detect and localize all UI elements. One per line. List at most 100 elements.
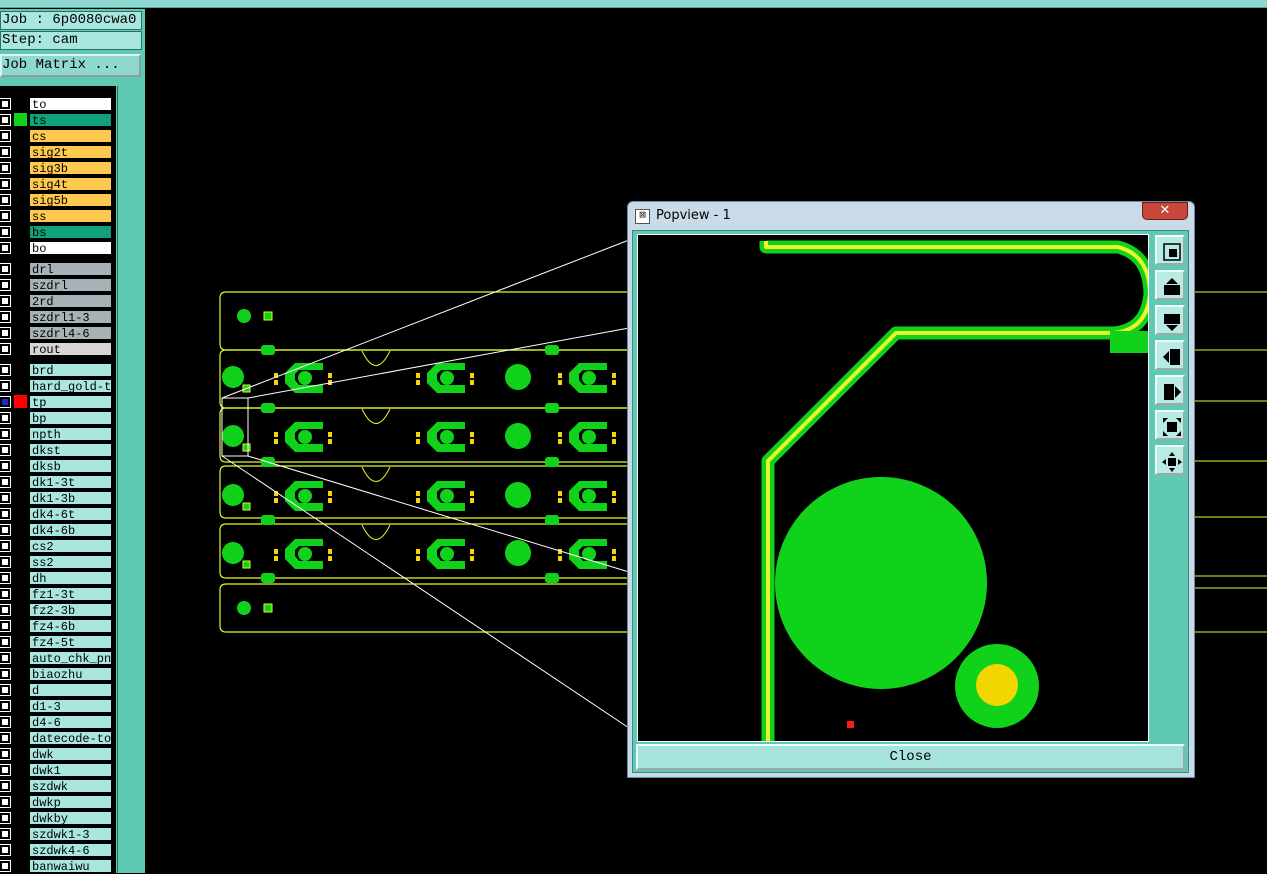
layer-checkbox[interactable] — [0, 460, 11, 472]
layer-name[interactable]: brd — [29, 363, 112, 377]
layer-row[interactable]: d4-6 — [0, 714, 116, 730]
layer-row[interactable]: ss2 — [0, 554, 116, 570]
layer-name[interactable]: ss — [29, 209, 112, 223]
layer-checkbox[interactable] — [0, 146, 11, 158]
layer-name[interactable]: ts — [29, 113, 112, 127]
layer-checkbox[interactable] — [0, 279, 11, 291]
layer-row[interactable]: fz4-5t — [0, 634, 116, 650]
layer-name[interactable]: cs2 — [29, 539, 112, 553]
layer-row[interactable]: sig5b — [0, 192, 116, 208]
layer-row[interactable]: to — [0, 96, 116, 112]
layer-row[interactable]: dh — [0, 570, 116, 586]
layer-row[interactable]: brd — [0, 362, 116, 378]
layer-color-swatch[interactable] — [14, 667, 27, 680]
layer-color-swatch[interactable] — [14, 193, 27, 206]
layer-checkbox[interactable] — [0, 396, 11, 408]
layer-row[interactable]: szdwk1-3 — [0, 826, 116, 842]
layer-row[interactable]: drl — [0, 261, 116, 277]
layer-color-swatch[interactable] — [14, 294, 27, 307]
layer-color-swatch[interactable] — [14, 635, 27, 648]
layer-color-swatch[interactable] — [14, 683, 27, 696]
layer-checkbox[interactable] — [0, 178, 11, 190]
layer-checkbox[interactable] — [0, 732, 11, 744]
layer-name[interactable]: rout — [29, 342, 112, 356]
job-matrix-button[interactable]: Job Matrix ... — [0, 54, 141, 77]
layer-name[interactable]: dh — [29, 571, 112, 585]
layer-checkbox[interactable] — [0, 226, 11, 238]
layer-checkbox[interactable] — [0, 98, 11, 110]
layer-name[interactable]: d — [29, 683, 112, 697]
layer-color-swatch[interactable] — [14, 443, 27, 456]
layer-name[interactable]: npth — [29, 427, 112, 441]
layer-color-swatch[interactable] — [14, 145, 27, 158]
layer-name[interactable]: dwk1 — [29, 763, 112, 777]
layer-color-swatch[interactable] — [14, 411, 27, 424]
layer-name[interactable]: drl — [29, 262, 112, 276]
layer-color-swatch[interactable] — [14, 262, 27, 275]
layer-name[interactable]: sig3b — [29, 161, 112, 175]
layer-color-swatch[interactable] — [14, 427, 27, 440]
layer-color-swatch[interactable] — [14, 827, 27, 840]
layer-row[interactable]: szdrl — [0, 277, 116, 293]
layer-name[interactable]: 2rd — [29, 294, 112, 308]
layer-name[interactable]: dk1-3t — [29, 475, 112, 489]
layer-name[interactable]: hard_gold-to — [29, 379, 112, 393]
layer-checkbox[interactable] — [0, 668, 11, 680]
layer-name[interactable]: sig2t — [29, 145, 112, 159]
layer-row[interactable]: rout — [0, 341, 116, 357]
popview-titlebar[interactable]: ⊠ Popview - 1 ✕ — [628, 202, 1194, 230]
layer-name[interactable]: dwkby — [29, 811, 112, 825]
layer-checkbox[interactable] — [0, 556, 11, 568]
layer-color-swatch[interactable] — [14, 459, 27, 472]
layer-row[interactable]: banwaiwu — [0, 858, 116, 874]
layer-name[interactable]: szdrl4-6 — [29, 326, 112, 340]
layer-color-swatch[interactable] — [14, 731, 27, 744]
layer-color-swatch[interactable] — [14, 161, 27, 174]
layer-row[interactable]: bo — [0, 240, 116, 256]
popview-zoom-view[interactable] — [637, 234, 1149, 742]
layer-color-swatch[interactable] — [14, 209, 27, 222]
layer-name[interactable]: dk1-3b — [29, 491, 112, 505]
layer-checkbox[interactable] — [0, 764, 11, 776]
layer-checkbox[interactable] — [0, 242, 11, 254]
layer-row[interactable]: hard_gold-to — [0, 378, 116, 394]
layer-checkbox[interactable] — [0, 194, 11, 206]
layer-checkbox[interactable] — [0, 572, 11, 584]
layer-name[interactable]: bo — [29, 241, 112, 255]
layer-name[interactable]: auto_chk_pnl — [29, 651, 112, 665]
layer-row[interactable]: d — [0, 682, 116, 698]
layer-checkbox[interactable] — [0, 162, 11, 174]
layer-row[interactable]: dwk — [0, 746, 116, 762]
pan-right-button[interactable] — [1155, 375, 1185, 405]
layer-name[interactable]: d4-6 — [29, 715, 112, 729]
layer-name[interactable]: dkst — [29, 443, 112, 457]
layer-color-swatch[interactable] — [14, 278, 27, 291]
layer-checkbox[interactable] — [0, 844, 11, 856]
layer-row[interactable]: cs2 — [0, 538, 116, 554]
layer-color-swatch[interactable] — [14, 619, 27, 632]
layer-color-swatch[interactable] — [14, 699, 27, 712]
layer-checkbox[interactable] — [0, 380, 11, 392]
layer-row[interactable]: npth — [0, 426, 116, 442]
zoom-in-button[interactable] — [1155, 410, 1185, 440]
layer-row[interactable]: ts — [0, 112, 116, 128]
layer-color-swatch[interactable] — [14, 571, 27, 584]
pan-up-button[interactable] — [1155, 270, 1185, 300]
layer-row[interactable]: szdwk4-6 — [0, 842, 116, 858]
layer-color-swatch[interactable] — [14, 310, 27, 323]
layer-checkbox[interactable] — [0, 588, 11, 600]
layer-color-swatch[interactable] — [14, 539, 27, 552]
layer-name[interactable]: cs — [29, 129, 112, 143]
layer-color-swatch[interactable] — [14, 379, 27, 392]
layer-color-swatch[interactable] — [14, 859, 27, 872]
layer-color-swatch[interactable] — [14, 587, 27, 600]
layer-checkbox[interactable] — [0, 716, 11, 728]
layer-checkbox[interactable] — [0, 364, 11, 376]
layer-checkbox[interactable] — [0, 828, 11, 840]
layer-checkbox[interactable] — [0, 860, 11, 872]
layer-color-swatch[interactable] — [14, 651, 27, 664]
layer-name[interactable]: to — [29, 97, 112, 111]
layer-row[interactable]: dk4-6b — [0, 522, 116, 538]
layer-color-swatch[interactable] — [14, 97, 27, 110]
layer-row[interactable]: dk4-6t — [0, 506, 116, 522]
